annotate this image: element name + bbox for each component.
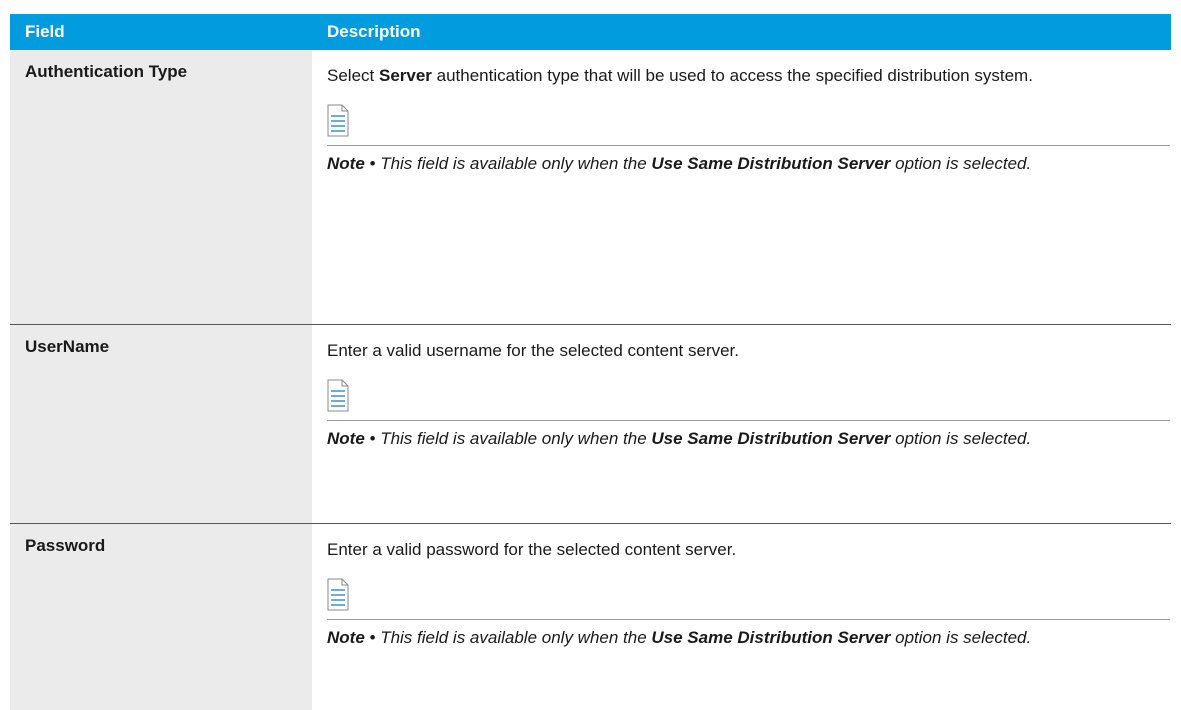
table-row: Password Enter a valid password for the … — [10, 524, 1171, 710]
description-bold: Server — [378, 66, 432, 85]
note-text: Note • This field is available only when… — [327, 620, 1171, 661]
note-text-part: This field is available only when the — [380, 429, 652, 448]
note-document-icon — [327, 578, 349, 611]
note-bold: Use Same Distribution Server — [651, 429, 891, 448]
field-name: UserName — [10, 325, 312, 523]
note-text: Note • This field is available only when… — [327, 146, 1171, 187]
field-description: Enter a valid password for the selected … — [312, 524, 1171, 710]
field-description-table: Field Description Authentication Type Se… — [10, 14, 1171, 710]
header-field: Field — [25, 22, 65, 41]
note-text: Note • This field is available only when… — [327, 421, 1171, 462]
description-text-part: Select — [327, 66, 379, 85]
description-text: Enter a valid username for the selected … — [327, 341, 740, 360]
note-icon-wrap — [327, 104, 1171, 145]
table-row: Authentication Type Select Server authen… — [10, 50, 1171, 325]
note-bullet: • — [364, 429, 381, 448]
note-text-part: This field is available only when the — [380, 154, 652, 173]
field-name: Password — [10, 524, 312, 710]
description-text: Enter a valid password for the selected … — [327, 540, 737, 559]
note-text-part: option is selected. — [890, 628, 1032, 647]
note-document-icon — [327, 379, 349, 412]
note-text-part: option is selected. — [890, 429, 1032, 448]
note-bullet: • — [364, 154, 381, 173]
note-icon-wrap — [327, 578, 1171, 619]
note-text-part: option is selected. — [890, 154, 1032, 173]
note-label: Note — [327, 429, 365, 448]
field-name: Authentication Type — [10, 50, 312, 324]
table-header: Field Description — [10, 14, 1171, 50]
field-description: Select Server authentication type that w… — [312, 50, 1171, 324]
header-description: Description — [327, 22, 421, 41]
note-bold: Use Same Distribution Server — [651, 628, 891, 647]
note-document-icon — [327, 104, 349, 137]
note-label: Note — [327, 628, 365, 647]
description-text-part: authentication type that will be used to… — [431, 66, 1033, 85]
note-bullet: • — [364, 628, 381, 647]
table-row: UserName Enter a valid username for the … — [10, 325, 1171, 524]
note-label: Note — [327, 154, 365, 173]
note-bold: Use Same Distribution Server — [651, 154, 891, 173]
field-description: Enter a valid username for the selected … — [312, 325, 1171, 523]
note-icon-wrap — [327, 379, 1171, 420]
description-text: Select Server authentication type that w… — [327, 61, 1171, 90]
note-text-part: This field is available only when the — [380, 628, 652, 647]
